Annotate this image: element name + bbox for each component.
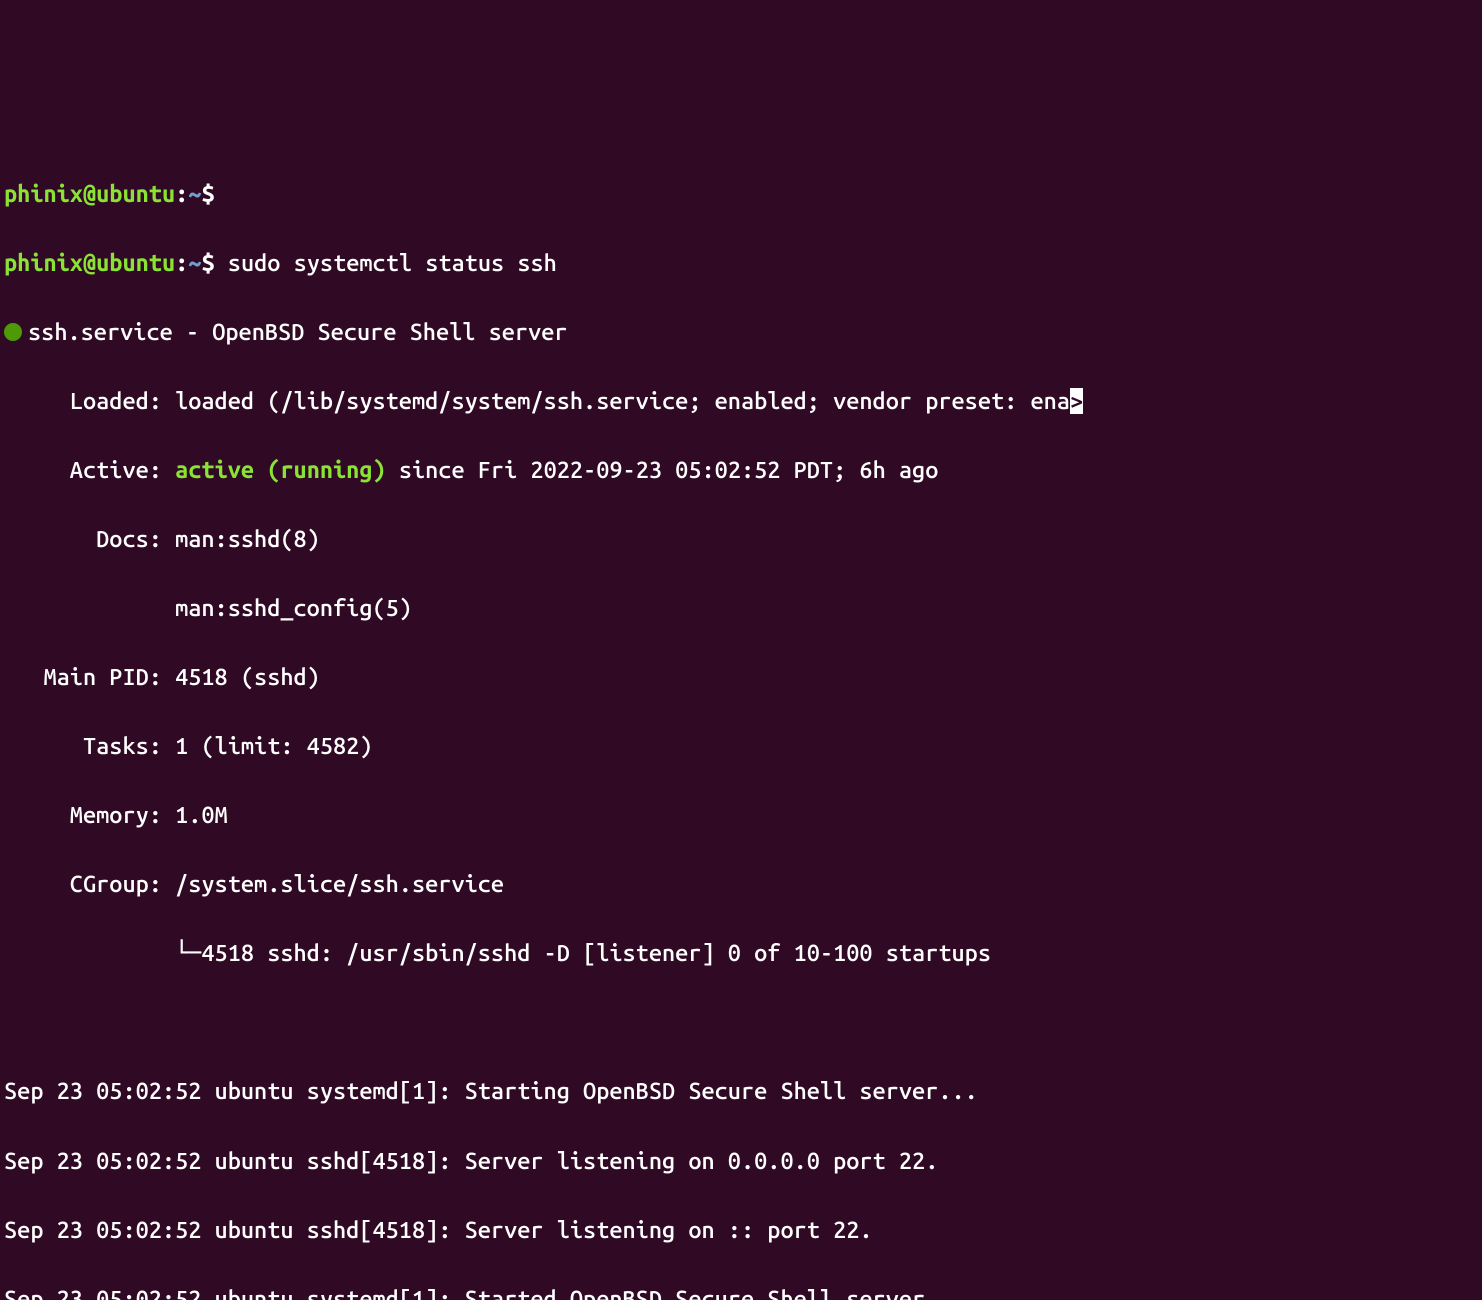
status-dot-icon <box>4 323 22 341</box>
service-cgroup-tree-line: └─4518 sshd: /usr/sbin/sshd -D [listener… <box>4 936 1478 971</box>
prompt-colon: : <box>175 181 188 207</box>
prompt-line-2[interactable]: phinix@ubuntu:~$ sudo systemctl status s… <box>4 246 1478 281</box>
service-name: ssh.service - OpenBSD Secure Shell serve… <box>28 315 568 350</box>
service-active-rest: since Fri 2022-09-23 05:02:52 PDT; 6h ag… <box>386 457 939 483</box>
prompt-user: phinix <box>4 181 83 207</box>
service-tasks-line: Tasks: 1 (limit: 4582) <box>4 729 1478 764</box>
prompt-colon: : <box>175 250 188 276</box>
command-input-1 <box>215 181 228 207</box>
log-line-4: Sep 23 05:02:52 ubuntu systemd[1]: Start… <box>4 1282 1478 1300</box>
blank-line <box>4 1005 1478 1040</box>
service-cgroup-line: CGroup: /system.slice/ssh.service <box>4 867 1478 902</box>
prompt-path: ~ <box>188 250 201 276</box>
prompt-line-1[interactable]: phinix@ubuntu:~$ <box>4 177 1478 212</box>
prompt-dollar: $ <box>201 181 214 207</box>
log-line-2: Sep 23 05:02:52 ubuntu sshd[4518]: Serve… <box>4 1144 1478 1179</box>
service-loaded: Loaded: loaded (/lib/systemd/system/ssh.… <box>4 388 1070 414</box>
prompt-dollar: $ <box>201 250 214 276</box>
line-truncation-cursor: > <box>1070 388 1083 414</box>
prompt-host: ubuntu <box>96 181 175 207</box>
command-2: sudo systemctl status ssh <box>228 250 557 276</box>
prompt-path: ~ <box>188 181 201 207</box>
prompt-at: @ <box>83 181 96 207</box>
service-loaded-line: Loaded: loaded (/lib/systemd/system/ssh.… <box>4 384 1478 419</box>
service-active-line: Active: active (running) since Fri 2022-… <box>4 453 1478 488</box>
terminal-output[interactable]: phinix@ubuntu:~$ phinix@ubuntu:~$ sudo s… <box>4 142 1478 1300</box>
service-active-status: active (running) <box>175 457 386 483</box>
service-title-line: ssh.service - OpenBSD Secure Shell serve… <box>4 315 1478 350</box>
prompt-host: ubuntu <box>96 250 175 276</box>
prompt-user: phinix <box>4 250 83 276</box>
log-line-3: Sep 23 05:02:52 ubuntu sshd[4518]: Serve… <box>4 1213 1478 1248</box>
service-docs-line-1: Docs: man:sshd(8) <box>4 522 1478 557</box>
service-docs-line-2: man:sshd_config(5) <box>4 591 1478 626</box>
service-memory-line: Memory: 1.0M <box>4 798 1478 833</box>
service-active-label: Active: <box>4 457 175 483</box>
service-mainpid-line: Main PID: 4518 (sshd) <box>4 660 1478 695</box>
log-line-1: Sep 23 05:02:52 ubuntu systemd[1]: Start… <box>4 1074 1478 1109</box>
prompt-at: @ <box>83 250 96 276</box>
